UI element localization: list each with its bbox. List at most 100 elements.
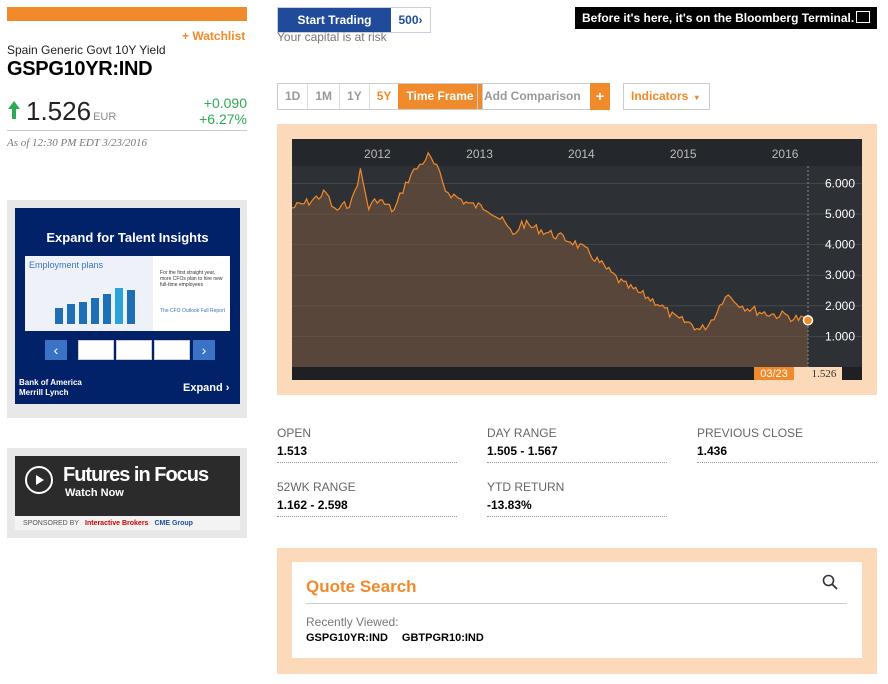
ad-title: Expand for Talent Insights: [46, 230, 209, 245]
time-frame-button[interactable]: Time Frame: [398, 84, 482, 109]
recent-item-link[interactable]: GBTPGR10:IND: [402, 632, 484, 644]
change-percent: +6.27%: [199, 111, 247, 127]
ad-footer: Bank of America Merrill Lynch Expand ›: [15, 370, 240, 404]
x-tick-label: 2012: [364, 147, 391, 161]
recent-item-link[interactable]: GSPG10YR:IND: [306, 632, 388, 644]
y-tick-label: 5.000: [825, 207, 855, 221]
add-to-watchlist-link[interactable]: + Watchlist: [182, 29, 245, 43]
y-tick-label: 6.000: [825, 176, 855, 190]
broker-badge: 500›: [391, 8, 430, 32]
y-tick-label: 2.000: [825, 299, 855, 313]
price-chart[interactable]: 2012 2013 2014 2015 2016 6.000 5.000 4.000 3.00…: [292, 139, 862, 380]
stat-label: PREVIOUS CLOSE: [697, 426, 804, 440]
indicators-dropdown[interactable]: Indicators ▾: [623, 83, 710, 110]
ticker-symbol: GSPG10YR:IND: [7, 58, 153, 80]
stat-52wk-range: 52WK RANGE 1.162 - 2.598: [277, 480, 457, 517]
stat-previous-close: PREVIOUS CLOSE 1.436: [697, 426, 877, 463]
stat-open: OPEN 1.513: [277, 426, 457, 463]
recently-viewed-label: Recently Viewed:: [306, 615, 399, 629]
stat-divider: [487, 516, 667, 517]
bloomberg-terminal-banner[interactable]: Before it's here, it's on the Bloomberg …: [575, 7, 877, 29]
stat-divider: [487, 462, 667, 463]
last-value-label: 1.526: [812, 368, 837, 380]
ad-slide: Employment plans For the first straight …: [25, 256, 230, 331]
recently-viewed-list: GSPG10YR:IND GBTPGR10:IND: [306, 632, 484, 644]
slide-chart-panel: Employment plans: [25, 256, 153, 331]
watch-now-link[interactable]: Watch Now: [65, 487, 124, 499]
ad-panel: Expand for Talent Insights Employment pl…: [15, 208, 240, 404]
range-5y[interactable]: 5Y: [370, 84, 399, 109]
range-1m[interactable]: 1M: [308, 84, 341, 109]
quote-search-title: Quote Search: [306, 577, 417, 596]
range-1d[interactable]: 1D: [278, 84, 309, 109]
price-block: 1.526 EUR: [7, 96, 116, 127]
slide-link[interactable]: The CFO Outlook Full Report: [160, 308, 226, 314]
stat-value: 1.162 - 2.598: [277, 498, 348, 512]
stat-value: 1.513: [277, 444, 308, 458]
ad-thumbnail-1[interactable]: [78, 340, 114, 360]
sponsor-logo: Bank of America Merrill Lynch: [19, 378, 82, 398]
y-tick-label: 4.000: [825, 238, 855, 252]
search-icon[interactable]: [822, 574, 838, 590]
futures-in-focus-ad[interactable]: Futures in Focus Watch Now SPONSORED BY …: [7, 448, 247, 538]
stat-value: 1.505 - 1.567: [487, 444, 558, 458]
chart-last-point: [802, 315, 814, 326]
terminal-icon: [856, 11, 870, 23]
security-name: Spain Generic Govt 10Y Yield: [7, 43, 166, 57]
stat-ytd-return: YTD RETURN -13.83%: [487, 480, 667, 517]
as-of-timestamp: As of 12:30 PM EDT 3/23/2016: [7, 137, 148, 149]
ad-sponsor-bar: SPONSORED BY Interactive Brokers CME Gro…: [15, 516, 240, 530]
play-icon[interactable]: [25, 466, 53, 494]
sponsor-line2: Merrill Lynch: [19, 388, 69, 397]
stat-label: 52WK RANGE: [277, 480, 356, 494]
quote-search-panel: Quote Search Recently Viewed: GSPG10YR:I…: [292, 562, 862, 658]
ad-title: Futures in Focus: [63, 464, 209, 486]
add-comparison-input[interactable]: Add Comparison: [477, 83, 591, 110]
chevron-down-icon: ▾: [694, 93, 699, 102]
ad-prev-button[interactable]: ‹: [45, 340, 67, 360]
sponsor-line1: Bank of America: [19, 378, 82, 387]
search-input-underline[interactable]: [306, 603, 847, 604]
slide-heading: Employment plans: [29, 260, 104, 270]
up-arrow-icon: [8, 101, 20, 119]
capital-risk-notice: Your capital is at risk: [277, 30, 387, 44]
slide-text-panel: For the first straight year, more CFOs p…: [156, 256, 228, 331]
last-price: 1.526: [26, 96, 92, 126]
ad-panel: Futures in Focus Watch Now SPONSORED BY …: [15, 456, 240, 530]
last-date-label: 03/23: [760, 368, 788, 380]
ad-thumbnail-2[interactable]: [116, 340, 152, 360]
sponsored-by-label: SPONSORED BY: [23, 519, 80, 527]
start-trading-label: Start Trading: [278, 8, 391, 32]
x-tick-label: 2013: [466, 147, 493, 161]
stat-label: DAY RANGE: [487, 426, 557, 440]
header-accent-bar: [7, 7, 247, 21]
talent-insights-ad[interactable]: Expand for Talent Insights Employment pl…: [7, 200, 247, 418]
stat-day-range: DAY RANGE 1.505 - 1.567: [487, 426, 667, 463]
x-tick-label: 2015: [670, 147, 697, 161]
ad-thumbnail-3[interactable]: [154, 340, 190, 360]
price-change: +0.090 +6.27%: [170, 95, 247, 127]
ad-expand-button[interactable]: Expand ›: [183, 382, 229, 394]
broker-badge-text: 500: [398, 13, 419, 27]
y-tick-label: 1.000: [825, 329, 855, 343]
stat-label: YTD RETURN: [487, 480, 565, 494]
stat-divider: [697, 462, 877, 463]
change-absolute: +0.090: [203, 95, 247, 111]
stat-divider: [277, 462, 457, 463]
stat-value: 1.436: [697, 444, 728, 458]
ad-next-button[interactable]: ›: [193, 340, 215, 360]
sponsor-1: Interactive Brokers: [85, 519, 149, 527]
people-chart-icon: [55, 288, 135, 324]
range-1y[interactable]: 1Y: [340, 84, 370, 109]
range-selector: 1D 1M 1Y 5Y Time Frame: [277, 83, 483, 110]
slide-caption: For the first straight year, more CFOs p…: [160, 270, 223, 288]
expand-label: Expand: [183, 382, 223, 394]
currency-label: EUR: [93, 111, 117, 123]
stat-label: OPEN: [277, 426, 312, 440]
add-comparison-button[interactable]: +: [590, 83, 610, 110]
x-tick-label: 2014: [568, 147, 595, 161]
sponsor-2: CME Group: [154, 519, 193, 527]
stat-divider: [277, 516, 457, 517]
divider: [7, 130, 247, 131]
banner-text: Before it's here, it's on the Bloomberg …: [582, 11, 855, 25]
